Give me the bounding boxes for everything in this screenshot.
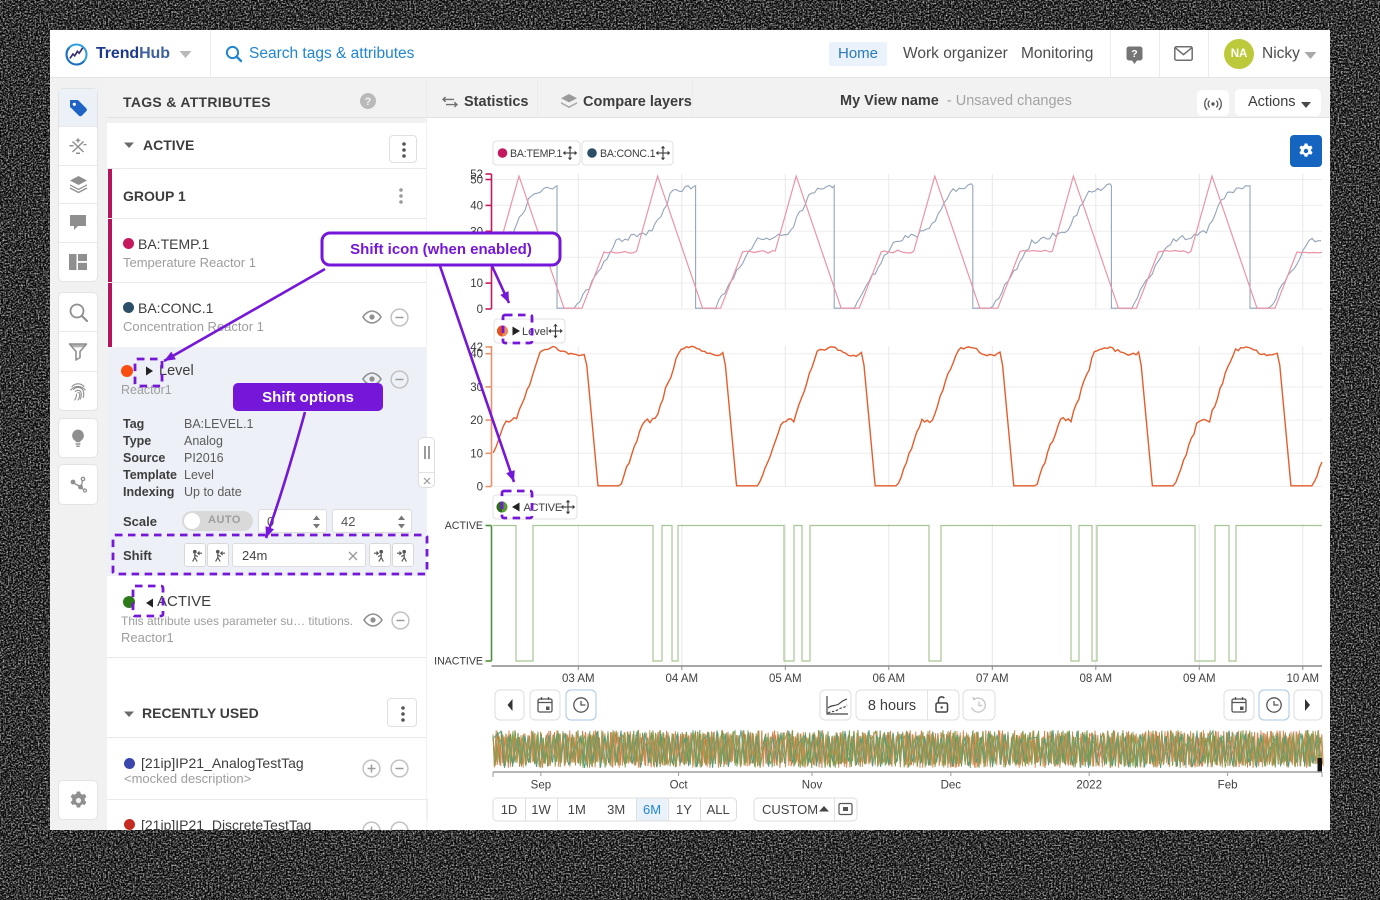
svg-text:Shift options: Shift options [262, 389, 354, 406]
svg-text:Shift icon (when enabled): Shift icon (when enabled) [350, 241, 532, 258]
